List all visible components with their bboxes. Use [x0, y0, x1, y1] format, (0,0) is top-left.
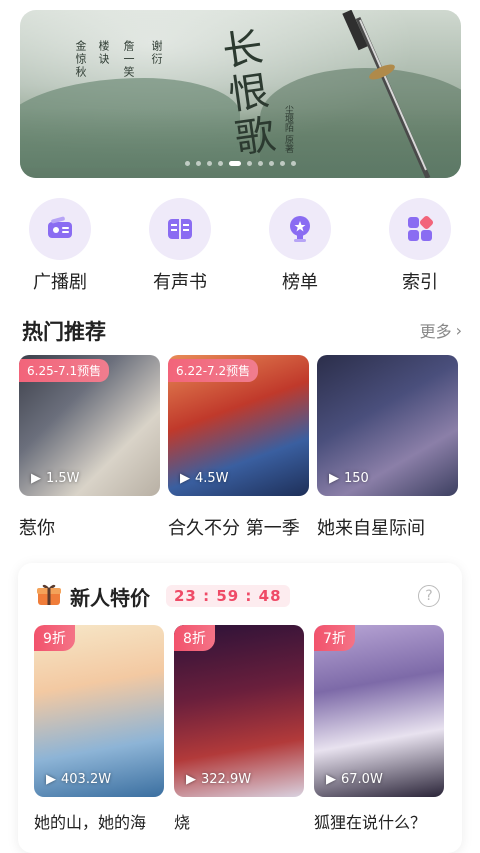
- card-title: 烧: [174, 813, 191, 832]
- banner-credit: 楼诀: [97, 40, 110, 66]
- play-count: ▶ 4.5W: [180, 471, 229, 486]
- sword-illustration: [342, 10, 431, 178]
- quick-nav: 广播剧 有声书 榜单 索引: [0, 198, 480, 296]
- deal-header: 新人特价 23 : 59 : 48: [36, 581, 290, 611]
- cover-image: 8折 ▶ 322.9W: [174, 625, 304, 797]
- card-title: 狐狸在说什么？: [314, 813, 427, 832]
- nav-label: 有声书: [153, 272, 207, 293]
- play-count: ▶ 403.2W: [46, 772, 111, 787]
- hero-banner[interactable]: 金惊秋 楼诀 詹一笑 谢衍 长恨歌 尘堰陌 原著: [20, 10, 461, 178]
- nav-radio-drama[interactable]: 广播剧: [20, 198, 100, 294]
- cover-image: ▶ 150: [317, 355, 458, 496]
- help-icon[interactable]: ?: [418, 585, 440, 607]
- book-icon: [149, 198, 211, 260]
- page-dot: [291, 161, 296, 166]
- play-count: ▶ 150: [329, 471, 369, 486]
- nav-label: 广播剧: [33, 272, 87, 293]
- countdown-hours: 23: [174, 587, 197, 605]
- nav-label: 榜单: [282, 272, 318, 293]
- new-user-deal-panel: 新人特价 23 : 59 : 48 ? 9折 ▶ 403.2W 她的山，她的海 …: [18, 563, 462, 853]
- more-label: 更多: [419, 322, 452, 341]
- play-count-value: 67.0W: [341, 772, 383, 787]
- page-dot: [258, 161, 263, 166]
- nav-charts[interactable]: 榜单: [260, 198, 340, 294]
- deal-card[interactable]: 8折 ▶ 322.9W 烧: [174, 625, 304, 833]
- hot-card[interactable]: ▶ 150 她来自星际间: [317, 355, 458, 540]
- play-count-value: 403.2W: [61, 772, 112, 787]
- hot-card[interactable]: 6.22-7.2预售 ▶ 4.5W 合久不分 第一季: [168, 355, 309, 540]
- play-icon: ▶: [329, 471, 339, 486]
- trophy-icon: [269, 198, 331, 260]
- play-icon: ▶: [31, 471, 41, 486]
- banner-author: 尘堰陌 原著: [283, 105, 293, 153]
- chevron-right-icon: ›: [455, 320, 462, 340]
- nav-index[interactable]: 索引: [380, 198, 460, 294]
- nav-audiobook[interactable]: 有声书: [140, 198, 220, 294]
- page-dot: [269, 161, 274, 166]
- radio-icon: [29, 198, 91, 260]
- section-title-hot: 热门推荐: [22, 320, 106, 344]
- play-icon: ▶: [180, 471, 190, 486]
- page-dot: [185, 161, 190, 166]
- play-count: ▶ 67.0W: [326, 772, 383, 787]
- nav-label: 索引: [402, 272, 438, 293]
- card-title: 她来自星际间: [317, 518, 425, 539]
- page-dot: [207, 161, 212, 166]
- banner-credit: 金惊秋: [74, 40, 87, 79]
- play-icon: ▶: [186, 772, 196, 787]
- play-count-value: 1.5W: [46, 471, 80, 486]
- play-icon: ▶: [326, 772, 336, 787]
- cover-image: 9折 ▶ 403.2W: [34, 625, 164, 797]
- page-dot: [196, 161, 201, 166]
- presale-badge: 6.22-7.2预售: [168, 359, 259, 382]
- play-count-value: 150: [344, 471, 369, 486]
- cover-image: 7折 ▶ 67.0W: [314, 625, 444, 797]
- more-link[interactable]: 更多 ›: [420, 318, 462, 342]
- card-title: 合久不分 第一季: [168, 518, 300, 539]
- deal-card[interactable]: 7折 ▶ 67.0W 狐狸在说什么？: [314, 625, 444, 833]
- cover-image: 6.22-7.2预售 ▶ 4.5W: [168, 355, 309, 496]
- banner-credit: 詹一笑: [122, 40, 135, 79]
- page-dot-active: [229, 161, 241, 166]
- page-dot: [280, 161, 285, 166]
- play-count-value: 4.5W: [195, 471, 229, 486]
- deal-card[interactable]: 9折 ▶ 403.2W 她的山，她的海: [34, 625, 164, 833]
- page-dot: [218, 161, 223, 166]
- countdown-timer: 23 : 59 : 48: [166, 585, 290, 607]
- page-dot: [247, 161, 252, 166]
- discount-badge: 9折: [34, 625, 75, 651]
- discount-badge: 7折: [314, 625, 355, 651]
- discount-badge: 8折: [174, 625, 215, 651]
- play-count-value: 322.9W: [201, 772, 252, 787]
- card-title: 惹你: [19, 518, 55, 539]
- cover-image: 6.25-7.1预售 ▶ 1.5W: [19, 355, 160, 496]
- countdown-seconds: 48: [258, 587, 282, 605]
- banner-pagination: [20, 161, 461, 166]
- banner-credit: 谢衍: [150, 40, 163, 66]
- presale-badge: 6.25-7.1预售: [19, 359, 110, 382]
- countdown-minutes: 59: [216, 587, 240, 605]
- play-count: ▶ 322.9W: [186, 772, 251, 787]
- card-title: 她的山，她的海: [34, 813, 147, 832]
- play-count: ▶ 1.5W: [31, 471, 80, 486]
- index-grid-icon: [389, 198, 451, 260]
- gift-icon: [36, 581, 62, 611]
- deal-title: 新人特价: [70, 585, 150, 610]
- hot-card[interactable]: 6.25-7.1预售 ▶ 1.5W 惹你: [19, 355, 160, 540]
- play-icon: ▶: [46, 772, 56, 787]
